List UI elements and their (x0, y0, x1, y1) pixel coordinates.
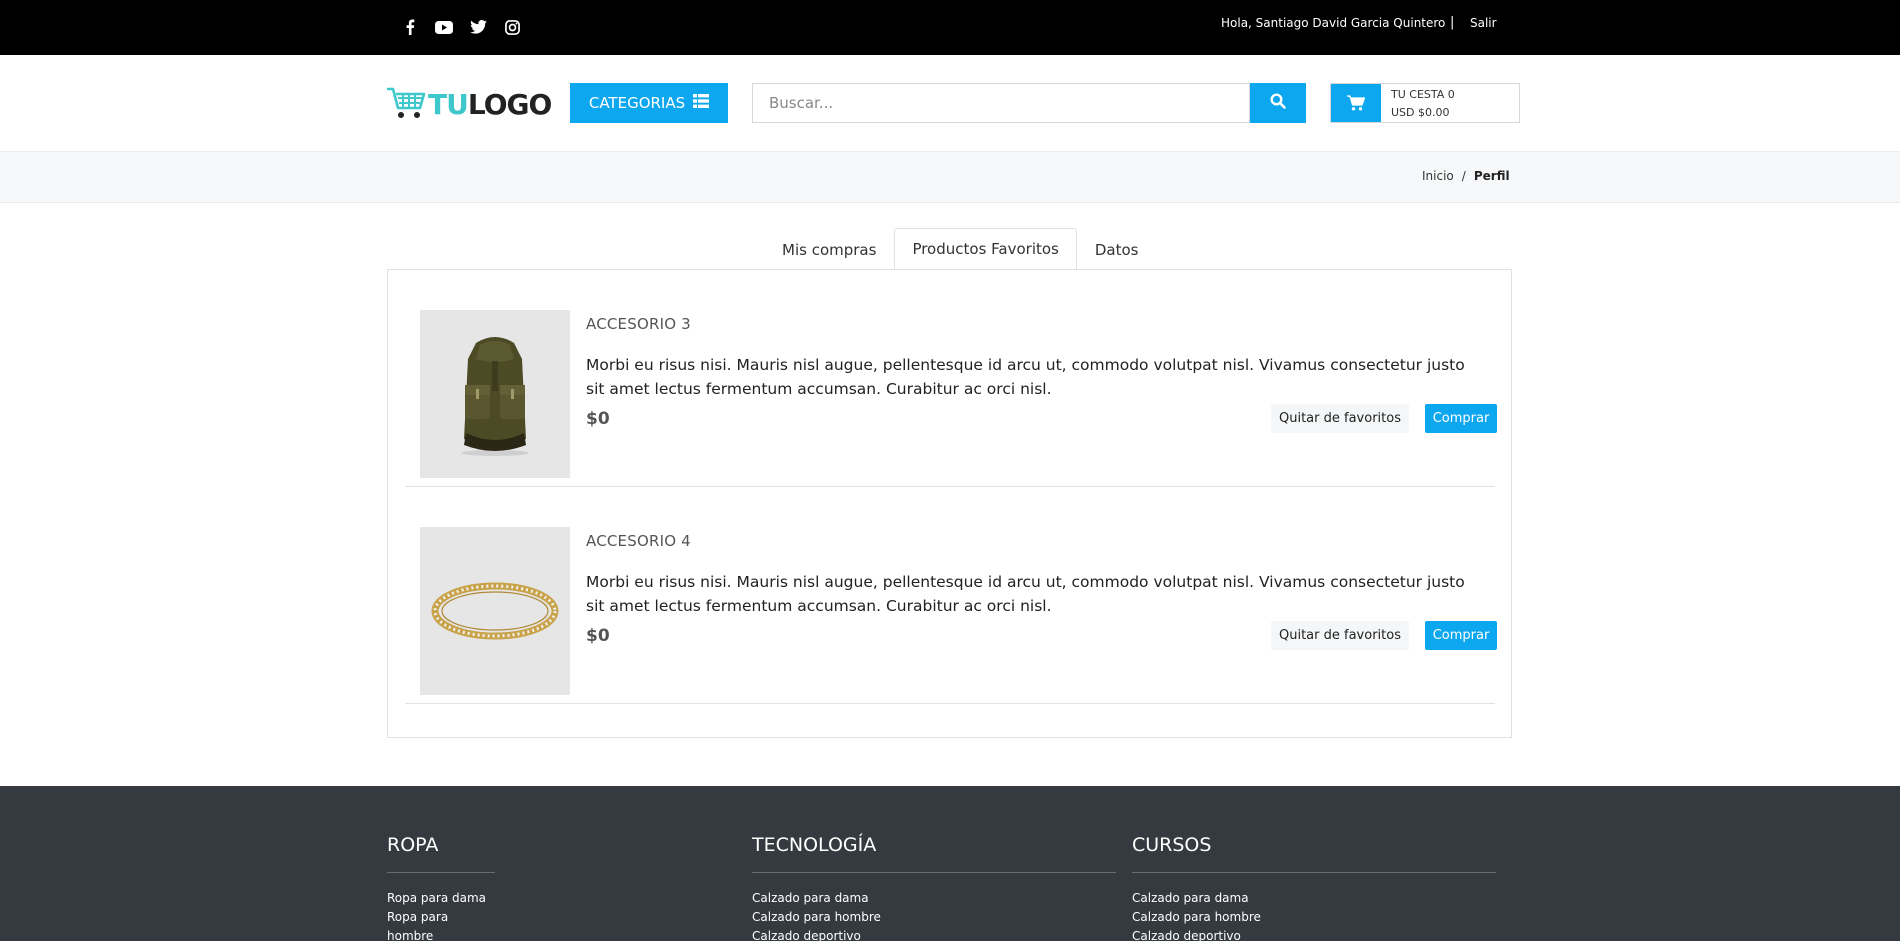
cart-total: USD $0.00 (1391, 106, 1450, 119)
favorite-item: ACCESORIO 3 Morbi eu risus nisi. Mauris … (405, 270, 1497, 487)
categories-button[interactable]: CATEGORIAS (570, 83, 728, 123)
product-price: $0 (586, 409, 610, 429)
categories-label: CATEGORIAS (588, 94, 686, 112)
logo-tu: TU (428, 88, 469, 121)
product-title[interactable]: ACCESORIO 3 (586, 315, 691, 333)
footer-column-tecnologia: TECNOLOGÍA Calzado para dama Calzado par… (752, 834, 1116, 941)
footer-link[interactable]: hombre (387, 927, 495, 941)
search-button[interactable] (1250, 83, 1306, 123)
footer-column-ropa: ROPA Ropa para dama Ropa para hombre (387, 834, 495, 941)
bracelet-image (431, 582, 559, 640)
profile-tabs: Mis compras Productos Favoritos Datos (764, 228, 1156, 270)
shopping-cart-icon (1331, 84, 1381, 122)
search-icon (1270, 93, 1286, 113)
search-input[interactable] (769, 94, 1249, 112)
breadcrumb: Inicio / Perfil (1422, 169, 1510, 183)
tab-mis-compras[interactable]: Mis compras (764, 228, 894, 270)
logo-wordmark: TULOGO (428, 88, 552, 122)
user-greeting: Hola, Santiago David Garcia Quintero (1221, 16, 1446, 30)
footer-link[interactable]: Ropa para dama (387, 889, 495, 908)
top-bar: Hola, Santiago David Garcia Quintero | S… (0, 0, 1900, 55)
product-image-bracelet[interactable] (420, 527, 570, 695)
buy-button[interactable]: Comprar (1425, 404, 1497, 433)
site-header: TULOGO CATEGORIAS TU CESTA 0 USD $0.00 (0, 55, 1900, 151)
cart-logo-icon (386, 86, 426, 124)
product-image-backpack[interactable] (420, 310, 570, 478)
tab-productos-favoritos[interactable]: Productos Favoritos (894, 228, 1077, 270)
favorite-item: ACCESORIO 4 Morbi eu risus nisi. Mauris … (405, 487, 1497, 704)
footer-heading: ROPA (387, 834, 495, 873)
cart-summary: TU CESTA 0 USD $0.00 (1381, 84, 1455, 122)
footer-link[interactable]: Calzado deportivo (752, 927, 1116, 941)
footer-link[interactable]: Calzado para hombre (752, 908, 1116, 927)
breadcrumb-band: Inicio / Perfil (0, 151, 1900, 203)
remove-favorite-button[interactable]: Quitar de favoritos (1271, 404, 1409, 433)
social-links (400, 17, 522, 37)
footer-link[interactable]: Calzado para dama (752, 889, 1116, 908)
footer-heading: CURSOS (1132, 834, 1496, 873)
footer-heading: TECNOLOGÍA (752, 834, 1116, 873)
list-icon (693, 94, 710, 112)
backpack-image (461, 337, 529, 456)
footer-links: Ropa para dama Ropa para hombre (387, 889, 495, 941)
product-description: Morbi eu risus nisi. Mauris nisl augue, … (586, 573, 1465, 615)
product-title[interactable]: ACCESORIO 4 (586, 532, 691, 550)
footer-links: Calzado para dama Calzado para hombre Ca… (752, 889, 1116, 941)
cart-count: TU CESTA 0 (1391, 88, 1455, 101)
youtube-icon[interactable] (434, 17, 454, 37)
tab-datos[interactable]: Datos (1077, 228, 1157, 270)
product-description: Morbi eu risus nisi. Mauris nisl augue, … (586, 356, 1465, 398)
remove-favorite-button[interactable]: Quitar de favoritos (1271, 621, 1409, 650)
instagram-icon[interactable] (502, 17, 522, 37)
cart-widget[interactable]: TU CESTA 0 USD $0.00 (1330, 83, 1520, 123)
footer-links: Calzado para dama Calzado para hombre Ca… (1132, 889, 1496, 941)
search-box (752, 83, 1250, 123)
breadcrumb-current: Perfil (1473, 169, 1510, 183)
logout-link[interactable]: Salir (1470, 16, 1497, 30)
breadcrumb-separator: / (1461, 169, 1466, 183)
footer-link[interactable]: Calzado para dama (1132, 889, 1496, 908)
facebook-icon[interactable] (400, 17, 420, 37)
footer-link[interactable]: Calzado deportivo (1132, 927, 1496, 941)
product-price: $0 (586, 626, 610, 646)
footer-link[interactable]: Ropa para (387, 908, 495, 927)
topbar-separator: | (1450, 15, 1455, 30)
site-logo[interactable]: TULOGO (386, 86, 552, 124)
buy-button[interactable]: Comprar (1425, 621, 1497, 650)
logo-logo: LOGO (467, 88, 552, 121)
breadcrumb-home[interactable]: Inicio (1422, 169, 1454, 183)
footer-link[interactable]: Calzado para hombre (1132, 908, 1496, 927)
footer-column-cursos: CURSOS Calzado para dama Calzado para ho… (1132, 834, 1496, 941)
twitter-icon[interactable] (468, 17, 488, 37)
favorites-panel: ACCESORIO 3 Morbi eu risus nisi. Mauris … (387, 269, 1512, 738)
site-footer: ROPA Ropa para dama Ropa para hombre TEC… (0, 786, 1900, 941)
